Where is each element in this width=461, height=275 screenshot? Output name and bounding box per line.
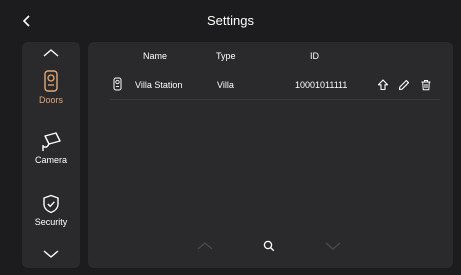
table-row[interactable]: Villa Station Villa 10001011111 [110,71,440,100]
chevron-up-icon [43,49,59,57]
door-station-icon [113,77,122,91]
sidebar-item-doors[interactable]: Doors [22,68,80,114]
chevron-down-icon [43,250,59,258]
edit-icon [398,79,410,91]
chevron-down-icon [325,242,341,250]
chevron-up-icon [197,242,213,250]
search-icon [263,240,275,252]
page-title: Settings [207,13,254,28]
device-list-panel: Name Type ID Villa Station Villa 1000101… [88,42,453,268]
device-type: Villa [217,80,234,90]
sidebar-item-label: Camera [34,155,67,165]
page-up-button[interactable] [194,238,216,254]
column-header-type: Type [216,51,236,61]
edit-button[interactable] [396,77,412,93]
search-button[interactable] [258,238,280,254]
sidebar: Doors Camera Security [22,42,80,268]
sidebar-item-camera[interactable]: Camera [22,128,80,174]
sidebar-item-label: Doors [38,95,63,105]
upload-button[interactable] [375,77,391,93]
sidebar-scroll-up-button[interactable] [39,46,63,60]
delete-icon [421,80,431,91]
shield-check-icon [43,194,59,214]
page-down-button[interactable] [322,238,344,254]
upload-icon [377,79,389,91]
settings-screen: Settings Doors Camera Security Name Type… [0,0,461,275]
camera-icon [42,132,61,151]
sidebar-item-security[interactable]: Security [22,190,80,236]
sidebar-item-label: Security [34,217,68,227]
device-name: Villa Station [135,80,183,90]
delete-button[interactable] [418,77,434,93]
sidebar-scroll-down-button[interactable] [39,247,63,261]
column-header-name: Name [143,51,168,61]
door-station-icon [44,70,58,92]
device-id: 10001011111 [295,80,348,90]
column-header-id: ID [310,51,319,61]
top-bar: Settings [0,4,461,38]
